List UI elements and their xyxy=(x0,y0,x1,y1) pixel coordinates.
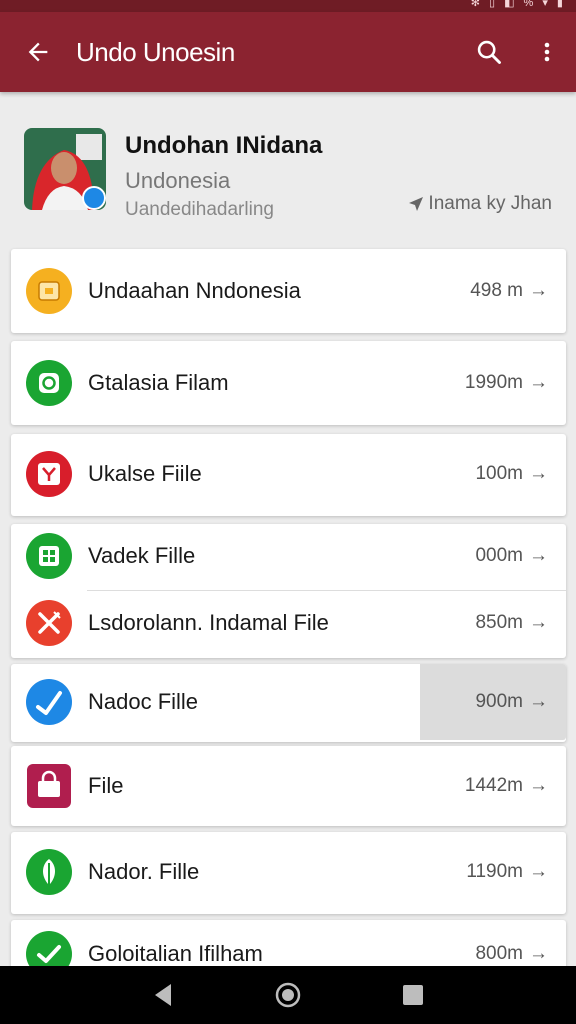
app-bar: Undo Unoesin xyxy=(0,12,576,92)
system-nav-bar xyxy=(0,966,576,1024)
grid-icon xyxy=(26,533,72,579)
file-size: 000m → xyxy=(475,545,548,566)
file-name: Vadek Fille xyxy=(88,543,196,568)
file-card: Nadoc Fille 900m → xyxy=(11,664,566,742)
file-row[interactable]: Nadoc Fille 900m → xyxy=(11,662,566,742)
sync-icon xyxy=(26,360,72,406)
file-card: Undaahan Nndonesia 498 m → xyxy=(11,249,566,333)
file-size: 100m → xyxy=(475,463,548,484)
chevron-right-icon: → xyxy=(529,545,548,566)
file-row[interactable]: Ukalse Fiile 100m → xyxy=(11,434,566,514)
file-name: Nadoc Fille xyxy=(88,689,199,714)
search-button[interactable] xyxy=(460,12,518,92)
app-title: Undo Unoesin xyxy=(76,36,235,67)
chevron-right-icon: → xyxy=(529,861,548,882)
status-bar: ✻ ▯ ◧ % ▾ ▮ xyxy=(0,0,576,12)
file-card: Vadek Fille 000m → Lsdorolann. Indamal Fi… xyxy=(11,524,566,658)
profile-header: Undohan INidana Undonesia Uandedihadarli… xyxy=(0,92,576,242)
arrow-back-icon xyxy=(28,42,48,62)
profile-meta: Uandedihadarling xyxy=(125,199,274,220)
file-size: 1442m → xyxy=(464,775,548,796)
file-row[interactable]: Lsdorolann. Indamal File 850m → xyxy=(11,583,566,663)
chevron-right-icon: → xyxy=(529,372,548,393)
file-name: Nador. Fille xyxy=(88,859,200,884)
file-name: Goloitalian Ifilham xyxy=(88,941,263,966)
nav-recents-button[interactable] xyxy=(383,966,443,1024)
cross-tools-icon xyxy=(26,600,72,646)
file-row[interactable]: Nador. Fille 1190m → xyxy=(11,832,566,912)
more-vert-icon xyxy=(544,42,550,62)
file-name: Gtalasia Filam xyxy=(88,370,229,395)
chevron-right-icon: → xyxy=(529,463,548,484)
avatar[interactable] xyxy=(24,128,106,210)
circle-home-icon xyxy=(275,982,301,1008)
location-label: Inama ky Jhan xyxy=(428,193,552,214)
chevron-right-icon: → xyxy=(529,280,548,301)
navigation-arrow-icon xyxy=(409,197,424,211)
location[interactable]: Inama ky Jhan xyxy=(408,193,552,215)
profile-name: Undohan INidana xyxy=(125,132,323,159)
file-row[interactable]: Gtalasia Filam 1990m → xyxy=(11,343,566,423)
search-icon xyxy=(477,40,501,64)
profile-subtitle: Undonesia xyxy=(125,168,231,193)
y-badge-icon xyxy=(26,451,72,497)
chevron-right-icon: → xyxy=(529,943,548,964)
square-recents-icon xyxy=(403,985,424,1005)
file-size: 498 m → xyxy=(470,280,548,301)
back-button[interactable] xyxy=(0,12,76,92)
file-card: Ukalse Fiile 100m → xyxy=(11,434,566,516)
file-size: 1190m → xyxy=(466,861,548,882)
file-row[interactable]: File 1442m → xyxy=(11,746,566,826)
folder-icon xyxy=(26,268,72,314)
file-name: Ukalse Fiile xyxy=(88,461,202,486)
file-size: 850m → xyxy=(475,612,548,633)
file-card: File 1442m → xyxy=(11,746,566,826)
file-name: File xyxy=(88,773,124,798)
file-size: 800m → xyxy=(475,943,548,964)
shopping-bag-icon xyxy=(26,763,72,809)
chevron-right-icon: → xyxy=(529,691,548,712)
leaf-icon xyxy=(26,849,72,895)
check-icon xyxy=(26,679,72,725)
chevron-right-icon: → xyxy=(529,612,548,633)
status-icons: ✻ ▯ ◧ % ▾ ▮ xyxy=(470,0,566,9)
file-card: Gtalasia Filam 1990m → xyxy=(11,341,566,425)
file-size: 1990m → xyxy=(464,372,548,393)
overflow-menu-button[interactable] xyxy=(518,12,576,92)
nav-home-button[interactable] xyxy=(258,966,318,1024)
nav-back-button[interactable] xyxy=(133,966,193,1024)
file-card: Nador. Fille 1190m → xyxy=(11,832,566,914)
triangle-back-icon xyxy=(154,984,171,1006)
file-name: Undaahan Nndonesia xyxy=(88,278,301,303)
file-name: Lsdorolann. Indamal File xyxy=(88,610,329,635)
file-size: 900m → xyxy=(475,691,548,712)
file-row[interactable]: Undaahan Nndonesia 498 m → xyxy=(11,251,566,331)
chevron-right-icon: → xyxy=(529,775,548,796)
